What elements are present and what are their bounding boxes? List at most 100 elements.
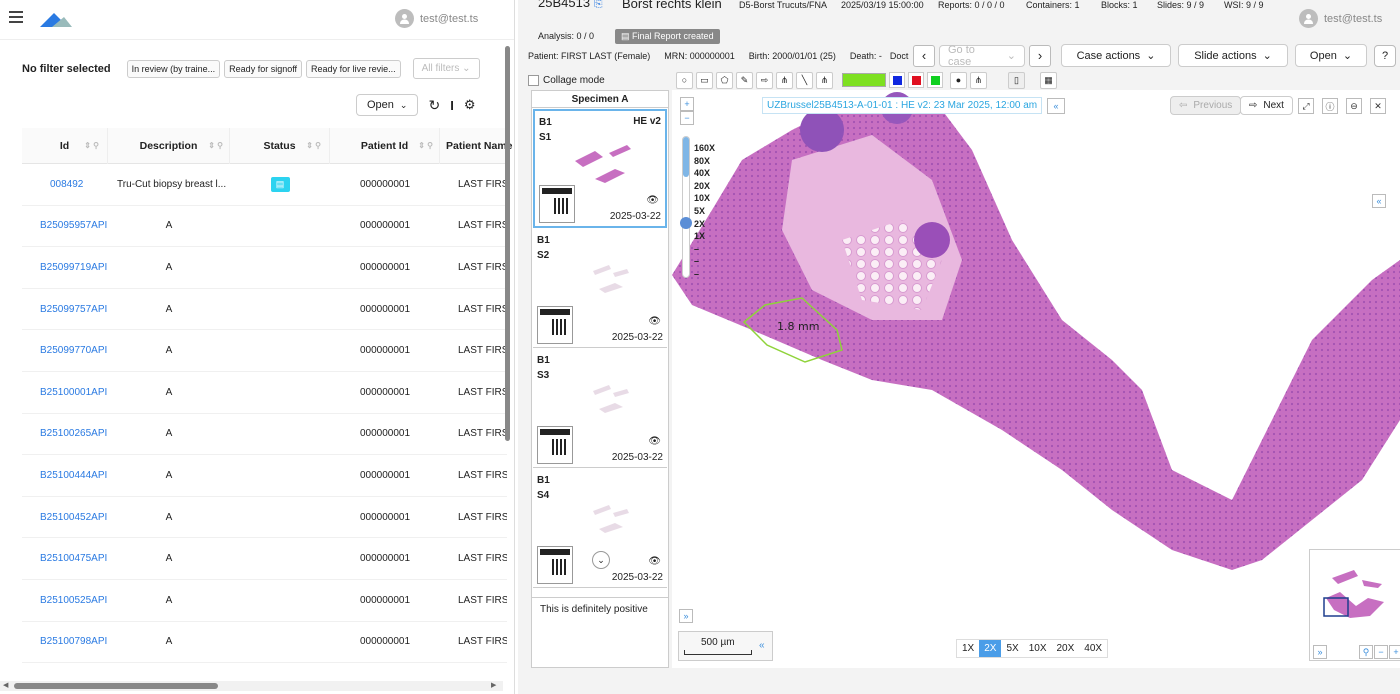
eye-icon[interactable]: 👁 bbox=[648, 436, 661, 447]
zoom-out-icon[interactable]: − bbox=[680, 111, 694, 125]
slide-thumbnail[interactable]: B1 S3 👁 2025-03-22 bbox=[533, 349, 667, 468]
scroll-left-icon[interactable]: ◀ bbox=[3, 681, 8, 689]
annotation-label[interactable]: 1.8 mm bbox=[777, 320, 819, 333]
close-icon[interactable]: ✕ bbox=[1370, 98, 1386, 114]
split-view-icon[interactable]: ▯ bbox=[1008, 71, 1025, 89]
cell-id[interactable]: B25100525API bbox=[22, 595, 108, 606]
cell-id[interactable]: B25100001API bbox=[22, 387, 108, 398]
magic-wand-icon[interactable]: ⋔ bbox=[776, 71, 793, 89]
expand-down-icon[interactable]: ⌄ bbox=[592, 551, 610, 569]
zoom-option[interactable]: 2X bbox=[979, 640, 1002, 657]
line-tool-icon[interactable]: ╲ bbox=[796, 71, 813, 89]
magnification-level[interactable]: 10X bbox=[694, 192, 715, 205]
color-red-swatch[interactable] bbox=[908, 72, 924, 88]
collage-checkbox[interactable] bbox=[528, 74, 539, 86]
magnification-level[interactable]: 160X bbox=[694, 142, 715, 155]
slide-thumbnail[interactable]: B1 S4 👁 2025-03-22 bbox=[533, 469, 667, 588]
comment-box[interactable]: This is definitely positive bbox=[532, 597, 668, 667]
final-report-badge[interactable]: ▤ Final Report created bbox=[615, 29, 720, 44]
open-dropdown-button[interactable]: Open ⌄ bbox=[356, 94, 419, 116]
freehand-tool-icon[interactable]: ✎ bbox=[736, 71, 753, 89]
color-green-swatch[interactable] bbox=[842, 73, 886, 87]
zoom-slider-handle[interactable] bbox=[680, 217, 692, 229]
grid-view-icon[interactable]: ▦ bbox=[1040, 71, 1057, 89]
slide-viewer[interactable]: 1.8 mm + − 160X 80X 40X 20X 10X 5X 2X 1X – – – UZB… bbox=[672, 90, 1400, 668]
table-row[interactable]: B25100444API A 000000001 LAST FIRST bbox=[22, 455, 507, 497]
polygon-tool-icon[interactable]: ⬠ bbox=[716, 71, 733, 89]
cell-id[interactable]: B25099757API bbox=[22, 304, 108, 315]
prev-case-button[interactable]: ‹ bbox=[913, 44, 935, 67]
minimap-zoom-out-icon[interactable]: − bbox=[1374, 645, 1388, 659]
eye-icon[interactable]: 👁 bbox=[648, 316, 661, 327]
cell-id[interactable]: B25099770API bbox=[22, 345, 108, 356]
zoom-option[interactable]: 20X bbox=[1052, 640, 1080, 657]
menu-icon[interactable] bbox=[9, 11, 23, 23]
scroll-thumb[interactable] bbox=[505, 46, 510, 441]
magnification-level[interactable]: 1X bbox=[694, 230, 715, 243]
user-menu[interactable]: test@test.ts bbox=[1299, 9, 1382, 28]
col-patient-name[interactable]: Patient Name bbox=[440, 128, 513, 164]
table-row[interactable]: B25100475API A 000000001 LAST FIRST bbox=[22, 538, 507, 580]
cell-id[interactable]: B25100798API bbox=[22, 636, 108, 647]
collapse-label-icon[interactable]: « bbox=[1047, 98, 1065, 114]
help-button[interactable]: ? bbox=[1374, 44, 1396, 67]
minimap[interactable]: » ⚲ − + bbox=[1309, 549, 1400, 661]
table-row[interactable]: 008492 Tru-Cut biopsy breast l... ▤ 0000000… bbox=[22, 164, 507, 206]
col-status[interactable]: Status ⇕ ⚲ bbox=[230, 127, 330, 164]
zoom-option[interactable]: 5X bbox=[1001, 640, 1023, 657]
magnification-level[interactable]: 2X bbox=[694, 218, 715, 231]
zoom-option[interactable]: 40X bbox=[1079, 640, 1107, 657]
status-badge-icon[interactable]: ▤ bbox=[270, 176, 290, 192]
scroll-right-icon[interactable]: ▶ bbox=[491, 681, 496, 689]
zoom-in-icon[interactable]: + bbox=[680, 97, 694, 111]
cell-id[interactable]: B25095957API bbox=[22, 220, 108, 231]
previous-slide-button[interactable]: ⇦ Previous bbox=[1170, 96, 1242, 115]
minimap-zoom-in-icon[interactable]: + bbox=[1389, 645, 1400, 659]
table-row[interactable]: B25100001API A 000000001 LAST FIRST bbox=[22, 372, 507, 414]
cell-id[interactable]: B25099719API bbox=[22, 262, 108, 273]
zoom-option[interactable]: 1X bbox=[957, 640, 979, 657]
comment-icon[interactable]: ⊖ bbox=[1346, 98, 1362, 114]
info-icon[interactable]: ⓘ bbox=[1322, 98, 1338, 114]
expand-left-icon[interactable]: » bbox=[679, 609, 693, 623]
circle-tool-icon[interactable]: ○ bbox=[676, 71, 693, 89]
sort-search-icon[interactable]: ⇕ ⚲ bbox=[208, 141, 223, 150]
eye-icon[interactable]: 👁 bbox=[648, 556, 661, 567]
eye-icon[interactable]: 👁 bbox=[646, 195, 659, 206]
arrow-tool-icon[interactable]: ⇨ bbox=[756, 71, 773, 89]
vertical-scrollbar[interactable] bbox=[503, 46, 511, 686]
cell-id[interactable]: B25100265API bbox=[22, 428, 108, 439]
magnification-level[interactable]: 5X bbox=[694, 205, 715, 218]
all-filters-select[interactable]: All filters ⌄ bbox=[412, 58, 480, 79]
filter-chip-in-review[interactable]: In review (by traine... bbox=[126, 59, 221, 78]
slide-thumbnail[interactable]: B1 S2 👁 2025-03-22 bbox=[533, 229, 667, 348]
next-slide-button[interactable]: ⇨ Next bbox=[1240, 96, 1293, 115]
color-lime-swatch[interactable] bbox=[927, 72, 943, 88]
magnification-level[interactable]: 20X bbox=[694, 180, 715, 193]
magnification-level[interactable]: 40X bbox=[694, 167, 715, 180]
col-patient-id[interactable]: Patient Id ⇕ ⚲ bbox=[330, 127, 440, 164]
open-dropdown-button[interactable]: Open ⌄ bbox=[1295, 44, 1367, 67]
table-row[interactable]: B25099757API A 000000001 LAST FIRST bbox=[22, 289, 507, 331]
zoom-slider[interactable] bbox=[680, 136, 692, 278]
fullscreen-icon[interactable]: ⤢ bbox=[1298, 98, 1314, 114]
copy-icon[interactable]: ⎘ bbox=[594, 0, 603, 10]
cell-id[interactable]: B25100444API bbox=[22, 470, 108, 481]
table-row[interactable]: B25100452API A 000000001 LAST FIRST bbox=[22, 497, 507, 539]
case-actions-button[interactable]: Case actions ⌄ bbox=[1061, 44, 1171, 67]
collapse-scale-icon[interactable]: « bbox=[759, 640, 765, 651]
erase-color-icon[interactable]: ● bbox=[950, 71, 967, 89]
filter-chip-ready-live[interactable]: Ready for live revie... bbox=[306, 59, 401, 78]
sort-search-icon[interactable]: ⇕ ⚲ bbox=[84, 141, 99, 150]
sort-search-icon[interactable]: ⇕ ⚲ bbox=[306, 141, 321, 150]
sort-search-icon[interactable]: ⇕ ⚲ bbox=[418, 141, 433, 150]
col-description[interactable]: Description ⇕ ⚲ bbox=[108, 127, 230, 164]
horizontal-scrollbar[interactable]: ◀ ▶ bbox=[0, 681, 503, 691]
cell-tool-icon[interactable]: ⋔ bbox=[816, 71, 833, 89]
magnification-level[interactable]: 80X bbox=[694, 155, 715, 168]
cells-icon[interactable]: ⋔ bbox=[970, 71, 987, 89]
scroll-thumb[interactable] bbox=[14, 683, 218, 689]
slide-actions-button[interactable]: Slide actions ⌄ bbox=[1178, 44, 1288, 67]
user-menu[interactable]: test@test.ts bbox=[395, 9, 478, 28]
table-row[interactable]: B25095957API A 000000001 LAST FIRST bbox=[22, 206, 507, 248]
